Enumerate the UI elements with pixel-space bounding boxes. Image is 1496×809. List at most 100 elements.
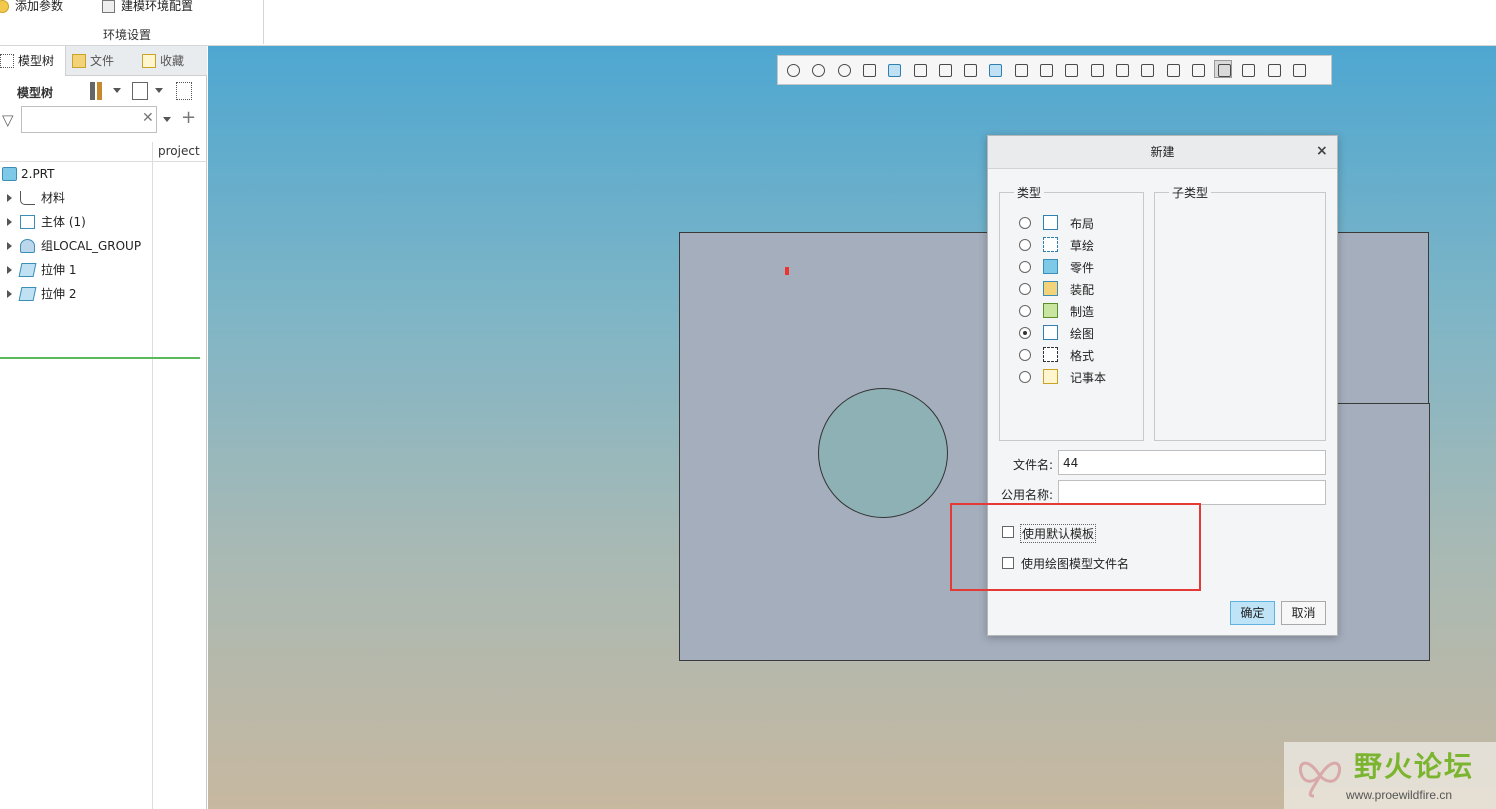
radio-button[interactable] xyxy=(1019,327,1031,339)
filter-icon[interactable]: ▽ xyxy=(2,111,14,129)
plane-display-icon[interactable] xyxy=(1088,61,1106,79)
chevron-down-icon[interactable] xyxy=(113,88,121,93)
add-params-button[interactable]: 添加参数 xyxy=(0,0,63,14)
spin-center-icon[interactable] xyxy=(1037,61,1055,79)
layer-icon[interactable] xyxy=(1189,61,1207,79)
tree-node-label: 拉伸 1 xyxy=(41,263,77,277)
zoom-out-icon[interactable] xyxy=(835,61,853,79)
tree-settings-icon[interactable] xyxy=(88,82,104,100)
tab-label: 文件 xyxy=(90,54,115,68)
radio-button[interactable] xyxy=(1019,239,1031,251)
expand-arrow-icon[interactable] xyxy=(7,194,12,202)
ok-button[interactable]: 确定 xyxy=(1230,601,1275,625)
radio-button[interactable] xyxy=(1019,217,1031,229)
tree-node-label: 拉伸 2 xyxy=(41,287,77,301)
saved-views-icon[interactable] xyxy=(911,61,929,79)
part-icon xyxy=(2,167,17,181)
radio-button[interactable] xyxy=(1019,305,1031,317)
tree-node-label: 材料 xyxy=(41,191,66,205)
dialog-title: 新建 xyxy=(1150,145,1175,159)
chevron-down-icon[interactable] xyxy=(163,117,171,122)
close-icon[interactable]: ✕ xyxy=(142,110,154,126)
type-option-label: 布局 xyxy=(1070,217,1095,231)
add-params-label: 添加参数 xyxy=(15,0,64,13)
annotation-highlight-box xyxy=(950,503,1201,591)
zoom-in-icon[interactable] xyxy=(809,61,827,79)
display-style-icon[interactable] xyxy=(885,61,903,79)
type-option-label: 草绘 xyxy=(1070,239,1095,253)
model-env-config-button[interactable]: 建模环境配置 xyxy=(102,0,193,14)
layout-icon xyxy=(1043,215,1058,230)
insert-here-marker[interactable] xyxy=(0,357,200,359)
butterfly-logo-icon xyxy=(1299,761,1341,798)
config-icon xyxy=(102,0,115,13)
watermark-url: www.proewildfire.cn xyxy=(1346,788,1453,802)
column-divider[interactable] xyxy=(152,142,153,809)
csys-display-icon[interactable] xyxy=(1062,61,1080,79)
repaint-icon[interactable] xyxy=(860,61,878,79)
tab-folder-browser[interactable]: 文件 xyxy=(72,46,128,76)
point-display-icon[interactable] xyxy=(1138,61,1156,79)
refit-icon[interactable] xyxy=(784,61,802,79)
part-hole[interactable] xyxy=(818,388,948,518)
type-option-mfg[interactable]: 制造 xyxy=(1019,302,1134,320)
tab-label: 收藏 xyxy=(160,54,185,68)
radio-button[interactable] xyxy=(1019,349,1031,361)
simulation-icon[interactable] xyxy=(1239,61,1257,79)
folder-icon xyxy=(72,54,86,68)
search-input[interactable] xyxy=(21,106,157,133)
annotation-icon[interactable] xyxy=(1012,61,1030,79)
show-list-icon[interactable] xyxy=(132,82,148,100)
assembly-icon xyxy=(1043,281,1058,296)
type-option-label: 零件 xyxy=(1070,261,1095,275)
params-icon xyxy=(0,0,9,13)
common-name-label: 公用名称: xyxy=(1001,488,1054,502)
expand-arrow-icon[interactable] xyxy=(7,266,12,274)
selection-filter-icon[interactable] xyxy=(1214,60,1233,78)
type-option-drw[interactable]: 绘图 xyxy=(1019,324,1134,342)
file-name-label: 文件名: xyxy=(1013,458,1054,472)
view-toolbar xyxy=(777,55,1332,85)
pause-icon[interactable] xyxy=(1265,61,1283,79)
tab-favorites[interactable]: 收藏 xyxy=(142,46,202,76)
file-name-input[interactable] xyxy=(1058,450,1326,475)
tree-node-label: 主体 (1) xyxy=(41,215,86,229)
radio-button[interactable] xyxy=(1019,371,1031,383)
tree-title: 模型树 xyxy=(17,86,54,100)
expand-arrow-icon[interactable] xyxy=(7,290,12,298)
expand-arrow-icon[interactable] xyxy=(7,218,12,226)
tree-filter-options-icon[interactable] xyxy=(176,82,192,100)
ribbon-group-label: 环境设置 xyxy=(103,28,152,42)
type-option-layout[interactable]: 布局 xyxy=(1019,214,1134,232)
column-project[interactable]: project xyxy=(158,144,200,158)
part-type-icon xyxy=(1043,259,1058,274)
type-option-sketch[interactable]: 草绘 xyxy=(1019,236,1134,254)
type-option-notebook[interactable]: 记事本 xyxy=(1019,368,1134,386)
axis-display-icon[interactable] xyxy=(1113,61,1131,79)
appearance-icon[interactable] xyxy=(1290,61,1308,79)
type-option-asm[interactable]: 装配 xyxy=(1019,280,1134,298)
close-icon[interactable]: × xyxy=(1316,143,1328,159)
type-option-fmt[interactable]: 格式 xyxy=(1019,346,1134,364)
type-option-label: 格式 xyxy=(1070,349,1095,363)
cancel-button[interactable]: 取消 xyxy=(1281,601,1326,625)
tab-model-tree[interactable]: 模型树 xyxy=(0,46,66,76)
tree-node-label: 组LOCAL_GROUP xyxy=(41,239,142,253)
watermark: 野火论坛 www.proewildfire.cn xyxy=(1284,742,1496,809)
add-column-icon[interactable]: + xyxy=(181,107,196,128)
dialog-titlebar[interactable]: 新建 × xyxy=(988,136,1337,169)
type-option-part[interactable]: 零件 xyxy=(1019,258,1134,276)
section-icon[interactable] xyxy=(986,61,1004,79)
radio-button[interactable] xyxy=(1019,283,1031,295)
perspective-icon[interactable] xyxy=(961,61,979,79)
expand-arrow-icon[interactable] xyxy=(7,242,12,250)
tab-label: 模型树 xyxy=(18,54,55,68)
csys-icon[interactable] xyxy=(1164,61,1182,79)
chevron-down-icon[interactable] xyxy=(155,88,163,93)
cursor-marker xyxy=(785,267,789,275)
notebook-icon xyxy=(1043,369,1058,384)
view-manager-icon[interactable] xyxy=(936,61,954,79)
common-name-input[interactable] xyxy=(1058,480,1326,505)
radio-button[interactable] xyxy=(1019,261,1031,273)
part-step-face[interactable] xyxy=(1338,403,1430,661)
